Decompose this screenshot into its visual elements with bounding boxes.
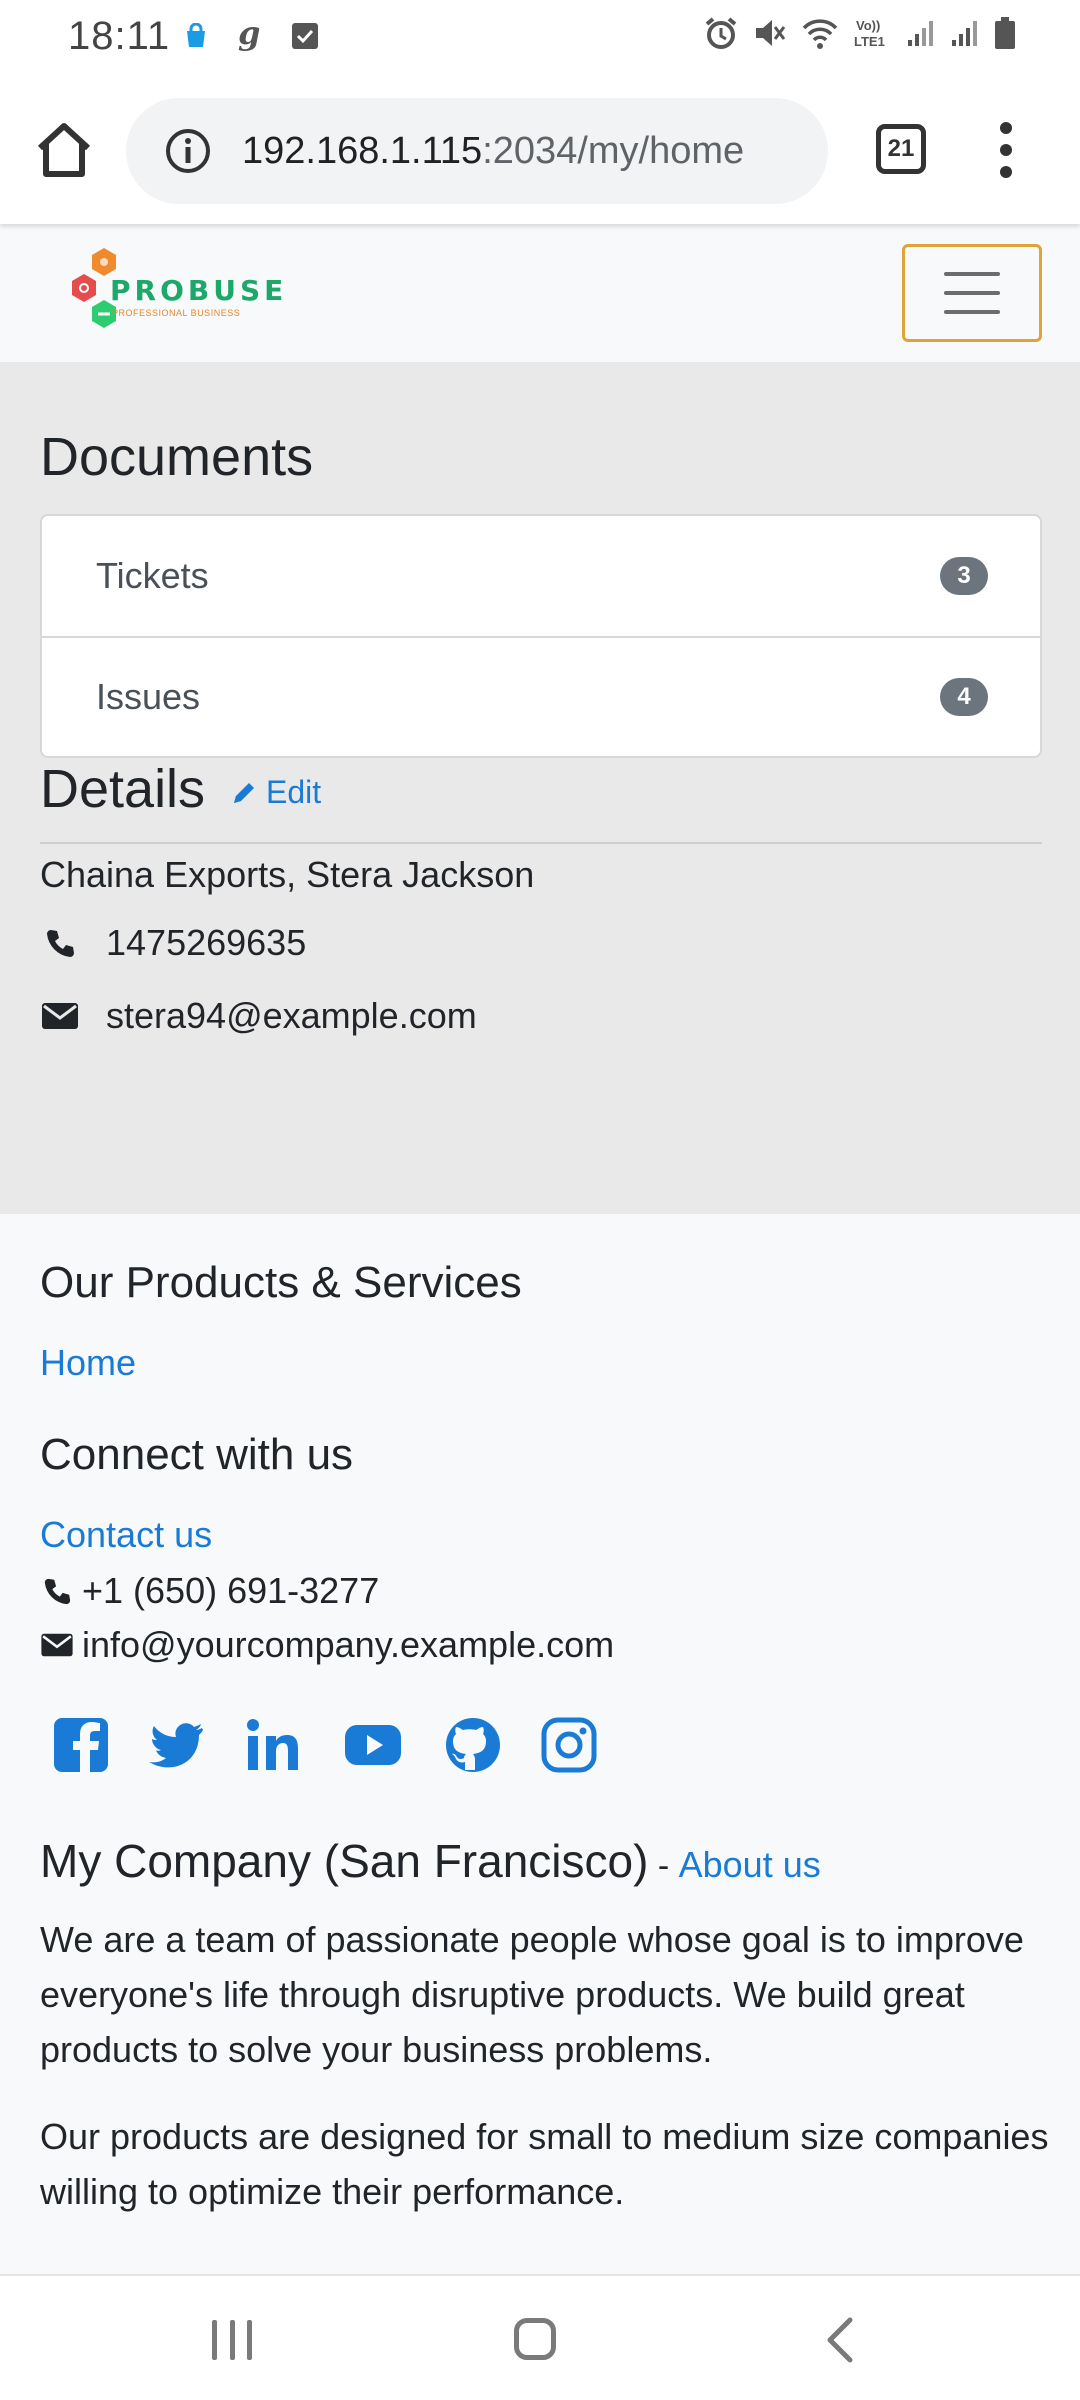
phone-icon: [40, 1574, 74, 1608]
browser-menu-button[interactable]: [990, 118, 1022, 182]
info-icon[interactable]: [164, 127, 212, 175]
documents-list: Tickets 3 Issues 4: [40, 514, 1042, 758]
list-item-label: Issues: [96, 676, 201, 717]
url-text: 192.168.1.115:2034/my/home: [242, 130, 744, 173]
menu-dot: [1000, 144, 1012, 156]
footer-home-link[interactable]: Home: [40, 1342, 136, 1384]
phone-icon: [40, 923, 80, 963]
back-icon[interactable]: [822, 2316, 858, 2364]
menu-dot: [1000, 166, 1012, 178]
mute-icon: [756, 20, 786, 46]
edit-details-link[interactable]: Edit: [230, 774, 321, 811]
recents-bar: [229, 2320, 235, 2360]
company-name: My Company (San Francisco): [40, 1835, 649, 1887]
system-nav-bar: [0, 2274, 1080, 2400]
count-badge: 4: [940, 678, 988, 716]
details-phone-row: 1475269635: [40, 922, 306, 964]
twitter-icon[interactable]: [148, 1716, 206, 1774]
status-time: 18:11: [68, 14, 171, 58]
documents-item-tickets[interactable]: Tickets 3: [42, 516, 1040, 636]
svg-text:Vo)): Vo)): [856, 18, 880, 33]
signal-icon: [952, 21, 977, 46]
footer-phone: +1 (650) 691-3277: [82, 1570, 380, 1611]
count-badge: 3: [940, 557, 988, 595]
footer-email: info@yourcompany.example.com: [82, 1624, 615, 1665]
company-products-description: Our products are designed for small to m…: [40, 2116, 1049, 2212]
volte-icon: Vo)) LTE1: [854, 18, 885, 49]
details-divider: [40, 842, 1042, 844]
linkedin-icon[interactable]: [244, 1716, 302, 1774]
social-links: [52, 1716, 598, 1774]
notification-icons: g: [184, 18, 320, 54]
details-email-row: stera94@example.com: [40, 995, 477, 1037]
browser-toolbar: 192.168.1.115:2034/my/home 21: [0, 74, 1080, 224]
documents-heading: Documents: [40, 427, 314, 487]
system-status-icons: Vo)) LTE1: [704, 16, 1016, 50]
list-item-label: Tickets: [96, 555, 209, 596]
details-phone: 1475269635: [106, 922, 307, 963]
main-content: Documents Tickets 3 Issues 4 Details Edi…: [0, 362, 1080, 1214]
company-description: We are a team of passionate people whose…: [40, 1919, 1024, 2070]
toggle-bar: [944, 272, 1000, 276]
instagram-icon[interactable]: [540, 1716, 598, 1774]
shopping-bag-icon: [187, 23, 205, 47]
recents-button[interactable]: [212, 2320, 252, 2360]
about-us-link[interactable]: About us: [679, 1844, 821, 1885]
pencil-icon: [234, 782, 254, 803]
signal-icon: [908, 21, 933, 46]
svg-text:LTE1: LTE1: [854, 34, 885, 49]
company-contact-name: Chaina Exports, Stera Jackson: [40, 854, 535, 895]
documents-item-issues[interactable]: Issues 4: [42, 636, 1040, 756]
footer-email-row: info@yourcompany.example.com: [40, 1624, 614, 1666]
recents-bar: [247, 2320, 252, 2360]
company-separator: -: [648, 1847, 679, 1885]
envelope-icon: [40, 1628, 74, 1662]
details-heading: Details: [40, 759, 206, 819]
url-host: 192.168.1.115: [242, 129, 483, 172]
battery-icon: [995, 17, 1015, 49]
menu-dot: [1000, 122, 1012, 134]
checkbox-icon: [292, 23, 318, 49]
toggle-bar: [944, 310, 1000, 314]
wifi-icon: [802, 19, 838, 49]
toggle-bar: [944, 291, 1000, 295]
system-home-button[interactable]: [514, 2318, 556, 2360]
contact-us-link[interactable]: Contact us: [40, 1514, 212, 1556]
footer-phone-row: +1 (650) 691-3277: [40, 1570, 379, 1612]
connect-heading: Connect with us: [40, 1430, 354, 1479]
status-bar: 18:11 g Vo)) LTE1: [0, 0, 1080, 74]
edit-label: Edit: [266, 774, 322, 810]
details-email: stera94@example.com: [106, 995, 477, 1036]
site-navbar: PROBUSE PROFESSIONAL BUSINESS: [0, 224, 1080, 362]
products-heading: Our Products & Services: [40, 1258, 522, 1307]
alarm-icon: [705, 17, 737, 49]
recents-bar: [212, 2320, 217, 2360]
navbar-toggle-button[interactable]: [902, 244, 1042, 342]
github-icon[interactable]: [444, 1716, 502, 1774]
logo-subtext: PROFESSIONAL BUSINESS: [112, 308, 241, 318]
svg-text:g: g: [238, 18, 260, 52]
envelope-icon: [40, 996, 80, 1036]
facebook-icon[interactable]: [52, 1716, 110, 1774]
home-icon[interactable]: [32, 118, 96, 182]
site-footer: Our Products & Services Home Connect wit…: [0, 1214, 1080, 2274]
logo-text: PROBUSE: [110, 274, 288, 307]
tab-switcher-button[interactable]: 21: [876, 124, 926, 174]
company-line: My Company (San Francisco) - About us: [40, 1834, 821, 1888]
youtube-icon[interactable]: [340, 1716, 406, 1774]
url-path: :2034/my/home: [482, 129, 745, 172]
address-bar[interactable]: 192.168.1.115:2034/my/home: [126, 98, 828, 204]
brand-logo[interactable]: PROBUSE PROFESSIONAL BUSINESS: [70, 244, 283, 344]
g-app-icon: g: [238, 18, 260, 52]
